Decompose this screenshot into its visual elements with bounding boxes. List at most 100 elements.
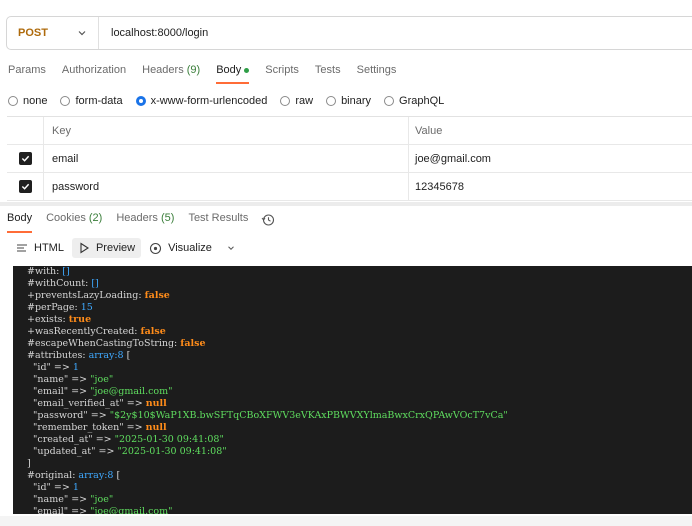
body-type-label: form-data xyxy=(75,95,123,107)
console-token: 15 xyxy=(80,302,93,313)
pane-divider[interactable] xyxy=(0,202,692,206)
tab-label: Authorization xyxy=(61,64,127,76)
console-line: "id" => 1 xyxy=(27,362,692,374)
body-type-none[interactable]: none xyxy=(8,95,47,107)
history-icon[interactable] xyxy=(261,213,275,227)
console-token: #with: xyxy=(27,266,63,277)
tab-scripts[interactable]: Scripts xyxy=(257,62,307,84)
console-token: false xyxy=(144,290,170,301)
param-key[interactable]: email xyxy=(44,145,409,172)
console-token: array:8 xyxy=(78,470,114,481)
checkbox[interactable] xyxy=(18,180,32,193)
chevron-down-icon xyxy=(228,246,234,250)
console-token: "updated_at" => xyxy=(27,446,118,457)
body-type-label: none xyxy=(23,95,48,107)
tab-headers[interactable]: Headers (9) xyxy=(134,62,208,84)
console-token: #perPage: xyxy=(27,302,81,313)
method-select[interactable]: POST xyxy=(7,17,99,49)
column-header-value: Value xyxy=(415,124,443,137)
console-line: ] xyxy=(27,458,692,470)
console-token: "password" => xyxy=(27,410,110,421)
body-type-binary[interactable]: binary xyxy=(326,95,371,107)
play-icon xyxy=(80,242,89,254)
chevron-down-icon xyxy=(78,31,86,36)
tab-label: Scripts xyxy=(265,64,299,76)
console-line: #perPage: 15 xyxy=(27,302,692,314)
response-tabs: Body Cookies (2) Headers (5) Test Results xyxy=(0,211,275,233)
console-line: "updated_at" => "2025-01-30 09:41:08" xyxy=(27,446,692,458)
console-line: "id" => 1 xyxy=(27,482,692,494)
tab-settings[interactable]: Settings xyxy=(349,62,405,84)
radio-icon[interactable] xyxy=(135,96,146,106)
view-visualize-button[interactable]: Visualize xyxy=(143,238,218,258)
table-header-row: Key Value xyxy=(7,117,692,145)
console-line: "password" => "$2y$10$WaP1XB.bwSFTqCBoXF… xyxy=(27,410,692,422)
tab-body[interactable]: Body xyxy=(208,62,257,84)
console-token: null xyxy=(145,398,167,409)
modified-dot-icon xyxy=(244,67,250,73)
list-lines-icon xyxy=(17,244,27,252)
console-token: [ xyxy=(113,470,121,481)
radio-icon[interactable] xyxy=(8,96,18,106)
checkbox[interactable] xyxy=(18,152,32,165)
console-token: "email_verified_at" => xyxy=(27,398,146,409)
console-token: [] xyxy=(62,266,70,277)
console-token: "2025-01-30 09:41:08" xyxy=(117,446,227,457)
request-tabs: Params Authorization Headers (9) Body Script… xyxy=(0,62,404,84)
console-token: [] xyxy=(91,278,99,289)
console-line: #withCount: [] xyxy=(27,278,692,290)
console-token: array:8 xyxy=(88,350,124,361)
table-row: password 12345678 xyxy=(7,173,692,201)
param-value[interactable]: 12345678 xyxy=(409,173,692,200)
radio-icon[interactable] xyxy=(280,96,291,106)
response-body-viewer[interactable]: #with: [] #withCount: [] +preventsLazyLoad… xyxy=(13,266,692,514)
response-tab-headers[interactable]: Headers (5) xyxy=(109,211,181,229)
radio-icon[interactable] xyxy=(60,96,71,106)
console-line: #with: [] xyxy=(27,266,692,278)
tab-params[interactable]: Params xyxy=(0,62,54,84)
console-token: #original: xyxy=(27,470,79,481)
tab-label: Cookies xyxy=(46,212,86,224)
console-line: +exists: true xyxy=(27,314,692,326)
console-token: "id" => xyxy=(27,362,73,373)
url-input[interactable]: localhost:8000/login xyxy=(99,27,208,39)
console-line: +wasRecentlyCreated: false xyxy=(27,326,692,338)
param-key[interactable]: password xyxy=(44,173,409,200)
response-tab-body[interactable]: Body xyxy=(0,211,39,233)
radio-icon[interactable] xyxy=(384,96,395,106)
console-token: "joe@gmail.com" xyxy=(90,506,173,514)
tab-tests[interactable]: Tests xyxy=(307,62,349,84)
param-value[interactable]: joe@gmail.com xyxy=(409,145,692,172)
console-token: "email" => xyxy=(27,386,91,397)
console-line: #escapeWhenCastingToString: false xyxy=(27,338,692,350)
view-preview-button[interactable]: Preview xyxy=(71,238,142,258)
check-icon xyxy=(21,155,29,162)
console-token: "email" => xyxy=(27,506,91,514)
console-token: "name" => xyxy=(27,494,91,505)
body-type-label: binary xyxy=(341,95,372,107)
radio-icon[interactable] xyxy=(326,96,337,106)
console-line: +preventsLazyLoading: false xyxy=(27,290,692,302)
body-type-graphql[interactable]: GraphQL xyxy=(384,95,444,107)
console-token: "id" => xyxy=(27,482,73,493)
body-type-x-www-form-urlencoded[interactable]: x-www-form-urlencoded xyxy=(135,95,267,107)
console-line: "created_at" => "2025-01-30 09:41:08" xyxy=(27,434,692,446)
tab-count-badge: (9) xyxy=(186,64,201,76)
view-html-label: HTML xyxy=(34,242,64,254)
console-token: #attributes: xyxy=(27,350,89,361)
tab-authorization[interactable]: Authorization xyxy=(54,62,134,84)
body-type-raw[interactable]: raw xyxy=(280,95,313,107)
view-mode-dropdown[interactable] xyxy=(220,238,248,258)
console-line: "email" => "joe@gmail.com" xyxy=(27,506,692,514)
console-token: "created_at" => xyxy=(27,434,115,445)
body-type-form-data[interactable]: form-data xyxy=(60,95,123,107)
tab-label: Body xyxy=(216,64,242,76)
response-tab-test-results[interactable]: Test Results xyxy=(181,211,255,229)
column-header-key: Key xyxy=(44,117,409,144)
body-type-selector: none form-data x-www-form-urlencoded raw bin… xyxy=(8,92,457,110)
view-html-button[interactable]: HTML xyxy=(10,238,70,258)
view-mode-bar: HTML Preview Visualize xyxy=(10,238,250,258)
request-url-bar: POST localhost:8000/login xyxy=(6,16,692,50)
check-icon xyxy=(21,183,29,190)
response-tab-cookies[interactable]: Cookies (2) xyxy=(39,211,109,229)
